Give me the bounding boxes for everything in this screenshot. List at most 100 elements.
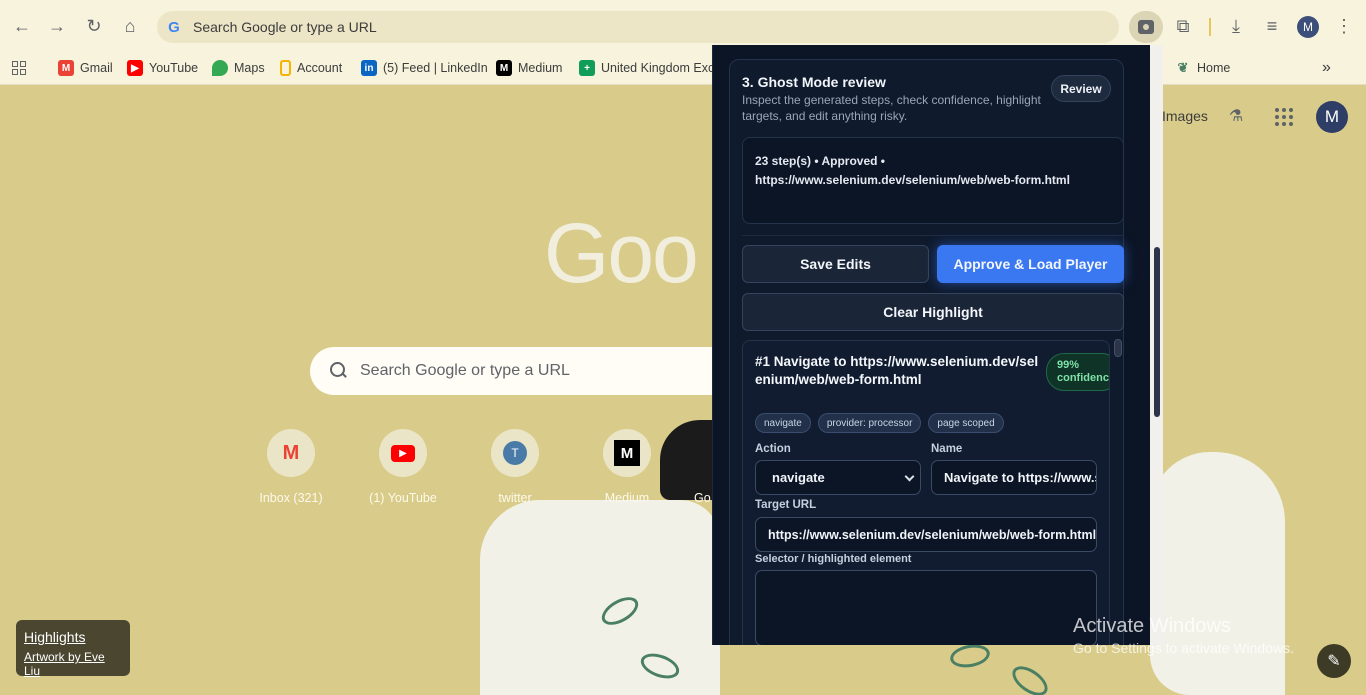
bookmark-label: Maps — [234, 61, 265, 75]
bookmark-label: Account — [297, 61, 343, 75]
selector-textarea[interactable] — [755, 570, 1097, 645]
apps-grid-icon[interactable] — [12, 57, 26, 79]
step-card: #1 Navigate to https://www.selenium.dev/… — [742, 340, 1110, 645]
target-url-input[interactable]: https://www.selenium.dev/selenium/web/we… — [755, 517, 1097, 552]
approve-load-player-button[interactable]: Approve & Load Player — [937, 245, 1124, 283]
profile-avatar-large[interactable]: M — [1316, 101, 1348, 133]
labs-flask-icon[interactable]: ⚗ — [1226, 106, 1246, 126]
bookmark-label: (5) Feed | LinkedIn — [383, 61, 488, 75]
shortcut-label: twitter — [498, 491, 532, 505]
gmail-icon: M — [58, 60, 74, 76]
twitter-icon: T — [491, 429, 539, 477]
leaf-icon: ❦ — [1177, 60, 1189, 75]
activate-subtitle: Go to Settings to activate Windows. — [1073, 640, 1294, 656]
omnibox[interactable]: G Search Google or type a URL — [157, 11, 1119, 43]
back-icon[interactable]: ← — [9, 13, 35, 39]
target-url-value: https://www.selenium.dev/selenium/web/we… — [768, 527, 1097, 542]
download-icon[interactable]: ⤓ — [1223, 13, 1249, 39]
bookmark-home[interactable]: ❦ Home — [1175, 57, 1231, 79]
name-input[interactable]: Navigate to https://www.selenium.dev/sel… — [931, 460, 1097, 495]
bookmark-maps[interactable]: Maps — [212, 57, 265, 79]
artwork-decoration — [1150, 452, 1285, 695]
artwork-decoration — [480, 500, 720, 695]
shortcut-label: Inbox (321) — [259, 491, 323, 505]
linkedin-icon: in — [361, 60, 377, 76]
bookmark-label: YouTube — [149, 61, 199, 75]
step-tags: navigate provider: processor page scoped — [755, 413, 1004, 433]
section-title: 3. Ghost Mode review — [742, 74, 886, 90]
confidence-badge: 99% confidence — [1046, 353, 1110, 391]
bookmark-label: Gmail — [80, 61, 113, 75]
review-summary: 23 step(s) • Approved • https://www.sele… — [742, 137, 1124, 224]
shortcut-label: Medium — [604, 491, 650, 505]
shortcut-medium[interactable]: M Medium — [582, 429, 672, 505]
step-list-scrollbar[interactable] — [1114, 339, 1122, 357]
highlights-card[interactable]: Highlights Artwork by Eve Liu — [16, 620, 130, 678]
shortcut-twitter[interactable]: T twitter — [470, 429, 560, 505]
tag-chip: navigate — [755, 413, 811, 433]
activate-title: Activate Windows — [1073, 615, 1231, 637]
bookmark-label: Home — [1197, 61, 1231, 75]
shortcut-label: (1) YouTube — [369, 491, 437, 505]
highlights-title[interactable]: Highlights — [24, 629, 122, 645]
customize-pencil-icon[interactable]: ✎ — [1317, 644, 1351, 678]
bookmark-youtube[interactable]: ▶ YouTube — [127, 57, 198, 79]
clear-highlight-button[interactable]: Clear Highlight — [742, 293, 1124, 331]
images-link[interactable]: Images — [1162, 108, 1208, 124]
media-control-icon[interactable]: ≡ — [1259, 13, 1285, 39]
shortcut-google[interactable]: Go — [664, 429, 712, 505]
youtube-icon: ▶ — [127, 60, 143, 76]
search-icon — [330, 362, 348, 380]
home-icon[interactable]: ⌂ — [117, 13, 143, 39]
profile-avatar[interactable]: M — [1297, 16, 1319, 38]
toolbar-divider — [1209, 18, 1211, 36]
action-select-value: navigate — [772, 470, 825, 485]
artwork-leaf — [948, 641, 992, 671]
confidence-label: confidence — [1057, 372, 1110, 384]
medium-icon: M — [603, 429, 651, 477]
reload-icon[interactable]: ↻ — [81, 13, 107, 39]
target-url-label: Target URL — [755, 499, 817, 511]
maps-icon — [212, 60, 228, 76]
search-placeholder: Search Google or type a URL — [360, 362, 570, 379]
shortcut-inbox[interactable]: M Inbox (321) — [246, 429, 336, 505]
omnibox-text: Search Google or type a URL — [193, 19, 377, 35]
google-apps-icon[interactable] — [1273, 106, 1295, 128]
selector-label: Selector / highlighted element — [755, 553, 912, 565]
google-icon: G — [168, 18, 180, 36]
ghost-extension-icon[interactable] — [1129, 11, 1163, 43]
bookmark-account[interactable]: Account — [280, 57, 342, 79]
action-select[interactable]: navigate — [755, 460, 921, 495]
youtube-icon: ▶ — [379, 429, 427, 477]
tag-chip: provider: processor — [817, 413, 922, 433]
bookmark-medium[interactable]: M Medium — [496, 57, 562, 79]
tag-chip: page scoped — [928, 413, 1004, 433]
bookmark-uk-exchange[interactable]: + United Kingdom Exc... — [579, 57, 725, 79]
review-button[interactable]: Review — [1051, 75, 1111, 102]
ghost-mode-panel: 3. Ghost Mode review Inspect the generat… — [712, 45, 1150, 645]
forward-icon[interactable]: → — [44, 13, 70, 39]
save-edits-button[interactable]: Save Edits — [742, 245, 929, 283]
summary-url: https://www.selenium.dev/selenium/web/we… — [755, 173, 1070, 187]
more-bookmarks-icon[interactable]: » — [1322, 57, 1331, 79]
confidence-value: 99% — [1057, 359, 1080, 371]
summary-status: 23 step(s) • Approved • — [755, 154, 885, 168]
section-divider — [742, 235, 1124, 236]
artwork-credit[interactable]: Artwork by Eve Liu — [24, 650, 122, 678]
panel-scrollbar[interactable] — [1153, 52, 1161, 422]
bookmark-label: United Kingdom Exc... — [601, 61, 725, 75]
bookmark-linkedin[interactable]: in (5) Feed | LinkedIn — [361, 57, 488, 79]
ntp-search-box[interactable]: Search Google or type a URL — [310, 347, 730, 395]
artwork-leaf — [1007, 660, 1053, 695]
account-icon — [280, 60, 291, 76]
name-label: Name — [931, 443, 963, 455]
bookmark-gmail[interactable]: M Gmail — [58, 57, 113, 79]
step-title: #1 Navigate to https://www.selenium.dev/… — [755, 354, 1039, 387]
ghost-review-section: 3. Ghost Mode review Inspect the generat… — [729, 59, 1124, 645]
shortcut-youtube[interactable]: ▶ (1) YouTube — [358, 429, 448, 505]
chevron-down-icon — [904, 471, 915, 482]
shortcut-label: Go — [694, 491, 711, 505]
section-description: Inspect the generated steps, check confi… — [742, 93, 1041, 123]
menu-kebab-icon[interactable]: ⋮ — [1331, 13, 1357, 39]
extensions-icon[interactable]: ⧉ — [1170, 13, 1196, 39]
